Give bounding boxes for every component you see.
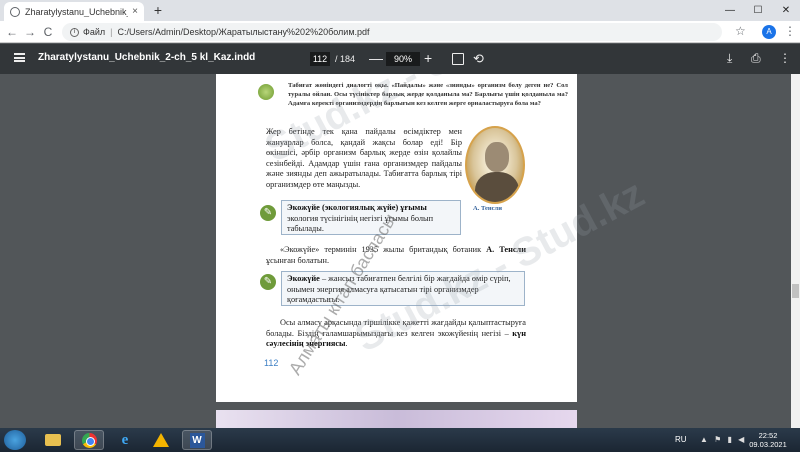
chrome-icon (81, 432, 97, 448)
definition-box-1: Экожүйе (экологиялық жүйе) ұғымы экологи… (281, 200, 461, 235)
zoom-input[interactable]: 90% (386, 52, 420, 66)
reload-icon[interactable]: C (40, 24, 56, 40)
rotate-icon[interactable]: ⟲ (473, 51, 484, 67)
tab-strip: Zharatylystanu_Uchebnik_2-ch_5 × + — ☐ ✕ (0, 0, 800, 21)
print-icon[interactable]: ⎙ (751, 51, 761, 66)
browser-menu-icon[interactable]: ⋮ (784, 24, 796, 38)
tray-icons[interactable]: ▲ ⚑ ▮ ◀ (700, 435, 746, 444)
tab-close-icon[interactable]: × (132, 6, 138, 17)
address-bar: ← → C i Файл | C:/Users/Admin/Desktop/Жа… (0, 21, 800, 43)
pdf-title: Zharatylystanu_Uchebnik_2-ch_5 kl_Kaz.in… (38, 52, 256, 63)
bookmark-star-icon[interactable]: ☆ (735, 24, 746, 38)
new-tab-button[interactable]: + (150, 3, 166, 19)
zoom-in-button[interactable]: + (424, 50, 432, 66)
download-icon[interactable]: ⤓ (727, 51, 732, 66)
pdf-viewport[interactable]: Табиғат жөніндегі диалогті оқы. «Пайдалы… (0, 74, 791, 428)
tab-title: Zharatylystanu_Uchebnik_2-ch_5 (25, 6, 128, 17)
paragraph-1: Жер бетінде тек қана пайдалы өсімдіктер … (266, 127, 462, 189)
definition-box-2: Экожүйе – жансыз табиғатпен белгілі бір … (281, 271, 525, 306)
pencil-icon: ✎ (260, 274, 276, 290)
clock-date: 09.03.2021 (749, 440, 787, 449)
hamburger-menu-icon[interactable] (14, 53, 25, 62)
pdf-page: Табиғат жөніндегі диалогті оқы. «Пайдалы… (216, 74, 577, 402)
start-button[interactable] (4, 430, 26, 450)
maximize-button[interactable]: ☐ (744, 0, 772, 21)
globe-icon (10, 6, 20, 17)
fit-page-icon[interactable] (452, 53, 464, 65)
zoom-out-button[interactable]: — (369, 50, 383, 66)
scrollbar-thumb[interactable] (792, 284, 799, 298)
next-pdf-page (216, 410, 577, 428)
pencil-icon: ✎ (260, 205, 276, 221)
taskbar: e W RU ▲ ⚑ ▮ ◀ 22:52 09.03.2021 (0, 428, 800, 452)
info-icon[interactable]: i (70, 27, 79, 37)
ie-icon: e (121, 431, 129, 448)
back-icon[interactable]: ← (4, 24, 20, 40)
page-number-input[interactable]: 112 (310, 52, 330, 66)
paragraph-2: «Экожүйе» терминін 1935 жылы британдық б… (266, 245, 526, 266)
close-window-button[interactable]: ✕ (772, 0, 800, 21)
clock[interactable]: 22:52 09.03.2021 (748, 431, 788, 449)
dialog-leaf-icon (258, 84, 274, 100)
paragraph-3-end: . (345, 339, 348, 348)
chrome-taskbar-button[interactable] (74, 430, 104, 450)
word-icon: W (189, 432, 205, 448)
forward-icon[interactable]: → (22, 24, 38, 40)
word-taskbar-button[interactable]: W (182, 430, 212, 450)
portrait-caption: А. Тенсли (473, 205, 502, 212)
profile-avatar[interactable]: A (762, 25, 776, 39)
language-indicator[interactable]: RU (675, 435, 687, 444)
definition-text: экология түсінігінің негізгі ұғымы болып… (287, 213, 434, 234)
definition-term: Экожүйе (экологиялық жүйе) ұғымы (287, 203, 427, 212)
paragraph-3-start: Осы алмасу арқасында тіршілікке қажетті … (266, 318, 526, 338)
definition-text: – жансыз табиғатпен белгілі бір жағдайда… (287, 274, 511, 304)
browser-tab[interactable]: Zharatylystanu_Uchebnik_2-ch_5 × (4, 2, 144, 21)
page-total: / 184 (335, 54, 356, 64)
explorer-taskbar-button[interactable] (38, 430, 68, 450)
clock-time: 22:52 (758, 431, 778, 440)
more-actions-icon[interactable]: ⋮ (779, 51, 791, 65)
vertical-scrollbar[interactable] (791, 74, 800, 428)
url-scheme: Файл (83, 27, 106, 37)
folder-icon (45, 434, 61, 446)
triangle-app-icon (153, 433, 169, 447)
url-text: C:/Users/Admin/Desktop/Жаратылыстану%202… (117, 27, 370, 37)
intro-text: Табиғат жөніндегі диалогті оқы. «Пайдалы… (288, 82, 568, 107)
paragraph-2-start: «Экожүйе» терминін 1935 жылы британдық б… (280, 245, 487, 254)
url-field[interactable]: i Файл | C:/Users/Admin/Desktop/Жаратылы… (62, 23, 722, 41)
page-footer-number: 112 (264, 358, 279, 368)
url-separator: | (110, 27, 113, 37)
paragraph-2-end: ұсынған болатын. (266, 255, 330, 265)
minimize-button[interactable]: — (716, 0, 744, 21)
definition-term: Экожүйе (287, 274, 320, 283)
pdf-toolbar: Zharatylystanu_Uchebnik_2-ch_5 kl_Kaz.in… (0, 44, 800, 74)
paragraph-3: Осы алмасу арқасында тіршілікке қажетті … (266, 318, 526, 350)
ie-taskbar-button[interactable]: e (110, 430, 140, 450)
app-taskbar-button[interactable] (146, 430, 176, 450)
tansley-portrait (465, 126, 525, 204)
botanist-name: А. Тенсли (486, 245, 526, 254)
